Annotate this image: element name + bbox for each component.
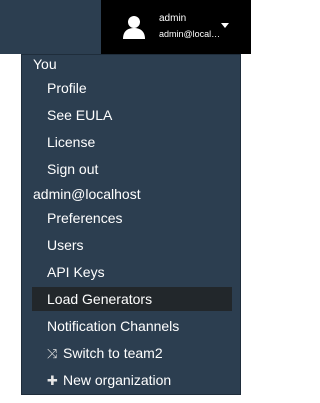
user-dropdown-menu: You Profile See EULA License Sign out ad… <box>21 54 241 395</box>
menu-item-preferences[interactable]: Preferences <box>32 206 232 230</box>
section-header-you: You <box>33 56 57 72</box>
user-name: admin <box>159 13 187 24</box>
menu-item-see-eula[interactable]: See EULA <box>32 103 232 127</box>
user-menu-button[interactable]: admin admin@localhost <box>101 0 251 54</box>
plus-icon: ✚ <box>47 373 58 388</box>
switch-team-label: Switch to team2 <box>63 345 163 361</box>
menu-item-profile[interactable]: Profile <box>32 76 232 100</box>
menu-item-users[interactable]: Users <box>32 233 232 257</box>
caret-down-icon <box>221 23 229 28</box>
shuffle-icon: ⤨ <box>47 346 58 361</box>
menu-item-license[interactable]: License <box>32 130 232 154</box>
new-organization-label: New organization <box>63 372 172 388</box>
user-email: admin@localhost <box>159 29 221 39</box>
menu-item-api-keys[interactable]: API Keys <box>32 260 232 284</box>
menu-item-load-generators[interactable]: Load Generators <box>32 287 232 311</box>
menu-item-notification-channels[interactable]: Notification Channels <box>32 314 232 338</box>
section-header-org: admin@localhost <box>33 186 141 202</box>
menu-item-switch-team[interactable]: ⤨ Switch to team2 <box>32 341 232 365</box>
menu-item-new-organization[interactable]: ✚ New organization <box>32 368 232 392</box>
top-bar: admin admin@localhost <box>0 0 251 54</box>
user-icon <box>123 16 145 39</box>
menu-item-sign-out[interactable]: Sign out <box>32 157 232 181</box>
